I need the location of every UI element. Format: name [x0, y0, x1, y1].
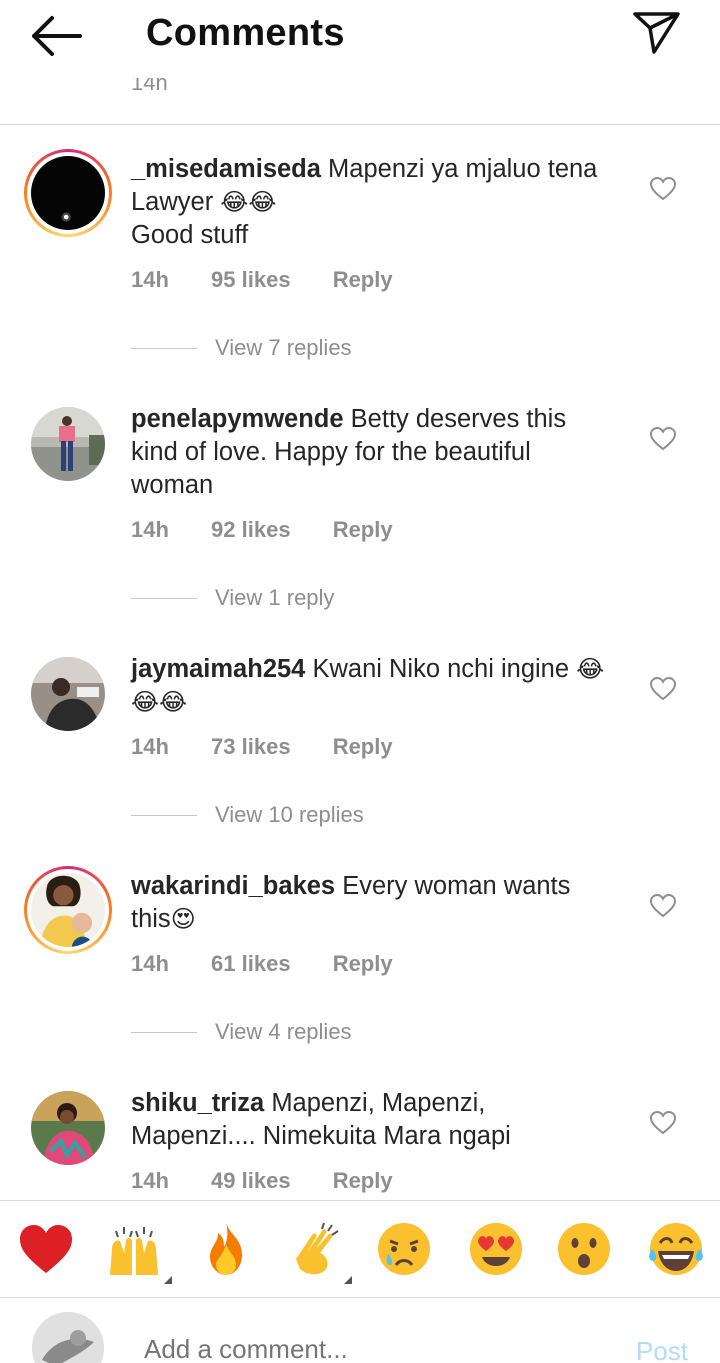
cutoff-timestamp: 14h [131, 78, 168, 94]
emoji-reaction-bar [0, 1200, 720, 1297]
comment-emojis: 😂😂 [220, 188, 277, 216]
comment-meta: 14h 95 likes Reply [131, 267, 429, 293]
comment-likes[interactable]: 73 likes [211, 734, 291, 759]
clapping-hands-icon[interactable] [286, 1219, 346, 1279]
paper-plane-icon[interactable] [632, 10, 682, 56]
reply-button[interactable]: Reply [333, 734, 393, 759]
comment-item: wakarindi_bakes Every woman wants this😍 … [0, 842, 720, 1059]
view-replies-label: View 1 reply [215, 585, 335, 610]
reply-button[interactable]: Reply [333, 1168, 393, 1193]
avatar[interactable] [31, 1091, 105, 1165]
comment-username[interactable]: wakarindi_bakes [131, 872, 335, 900]
avatar [32, 1312, 104, 1363]
comment-text: shiku_triza Mapenzi, Mapenzi, Mapenzi...… [131, 1087, 611, 1153]
comment-input[interactable] [144, 1334, 584, 1363]
comment-time: 14h [131, 517, 169, 542]
comment-likes[interactable]: 92 likes [211, 517, 291, 542]
divider [131, 814, 197, 816]
heart-icon[interactable] [649, 893, 677, 918]
comment-item: jaymaimah254 Kwani Niko nchi ingine 😂😂😂 … [0, 625, 720, 842]
comment-item: penelapymwende Betty deserves this kind … [0, 375, 720, 625]
comment-time: 14h [131, 1168, 169, 1193]
comment-time: 14h [131, 734, 169, 759]
divider [131, 1031, 197, 1033]
reply-button[interactable]: Reply [333, 517, 393, 542]
view-replies-button[interactable]: View 1 reply [131, 585, 334, 611]
reply-button[interactable]: Reply [333, 951, 393, 976]
comment-likes[interactable]: 61 likes [211, 951, 291, 976]
heart-icon[interactable] [649, 676, 677, 701]
comment-username[interactable]: _misedamiseda [131, 155, 321, 183]
arrow-left-icon[interactable] [30, 14, 86, 58]
surprised-face-icon[interactable] [554, 1219, 614, 1279]
divider [131, 597, 197, 599]
post-button[interactable]: Post [636, 1336, 688, 1363]
view-replies-button[interactable]: View 4 replies [131, 1019, 352, 1045]
view-replies-label: View 10 replies [215, 802, 364, 827]
avatar[interactable] [24, 149, 112, 237]
comment-likes[interactable]: 49 likes [211, 1168, 291, 1193]
comment-username[interactable]: shiku_triza [131, 1089, 264, 1117]
comment-meta: 14h 73 likes Reply [131, 734, 429, 760]
comment-body: Kwani Niko nchi ingine [312, 655, 570, 683]
avatar[interactable] [31, 407, 105, 481]
comment-time: 14h [131, 951, 169, 976]
page-title: Comments [146, 12, 345, 54]
comment-compose-bar: Post [0, 1297, 720, 1363]
comment-item: shiku_triza Mapenzi, Mapenzi, Mapenzi...… [0, 1059, 720, 1200]
comment-emojis: 😍 [170, 905, 196, 933]
avatar[interactable] [24, 866, 112, 954]
comment-likes[interactable]: 95 likes [211, 267, 291, 292]
comment-username[interactable]: jaymaimah254 [131, 655, 305, 683]
triangle-indicator [344, 1276, 352, 1284]
divider [131, 347, 197, 349]
fire-icon[interactable] [196, 1219, 256, 1279]
comment-text: _misedamiseda Mapenzi ya mjaluo tena Law… [131, 153, 611, 252]
raising-hands-icon[interactable] [104, 1219, 164, 1279]
view-replies-label: View 4 replies [215, 1019, 352, 1044]
comment-text: wakarindi_bakes Every woman wants this😍 [131, 870, 611, 936]
triangle-indicator [164, 1276, 172, 1284]
heart-icon[interactable] [649, 426, 677, 451]
tears-of-joy-face-icon[interactable] [646, 1219, 706, 1279]
crying-face-icon[interactable] [374, 1219, 434, 1279]
comment-username[interactable]: penelapymwende [131, 405, 344, 433]
view-replies-button[interactable]: View 10 replies [131, 802, 364, 828]
comment-item: _misedamiseda Mapenzi ya mjaluo tena Law… [0, 125, 720, 375]
comment-meta: 14h 92 likes Reply [131, 517, 429, 543]
comment-meta: 14h 61 likes Reply [131, 951, 429, 977]
red-heart-icon[interactable] [16, 1219, 76, 1279]
comment-body-line2: Good stuff [131, 221, 249, 249]
comment-text: jaymaimah254 Kwani Niko nchi ingine 😂😂😂 [131, 653, 611, 719]
comment-time: 14h [131, 267, 169, 292]
view-replies-button[interactable]: View 7 replies [131, 335, 352, 361]
reply-button[interactable]: Reply [333, 267, 393, 292]
comments-list: _misedamiseda Mapenzi ya mjaluo tena Law… [0, 125, 720, 1200]
comment-meta: 14h 49 likes Reply [131, 1168, 429, 1194]
view-replies-label: View 7 replies [215, 335, 352, 360]
avatar[interactable] [31, 657, 105, 731]
heart-icon[interactable] [649, 1110, 677, 1135]
comment-text: penelapymwende Betty deserves this kind … [131, 403, 611, 502]
header-bar: Comments [0, 0, 720, 72]
heart-eyes-face-icon[interactable] [466, 1219, 526, 1279]
heart-icon[interactable] [649, 176, 677, 201]
